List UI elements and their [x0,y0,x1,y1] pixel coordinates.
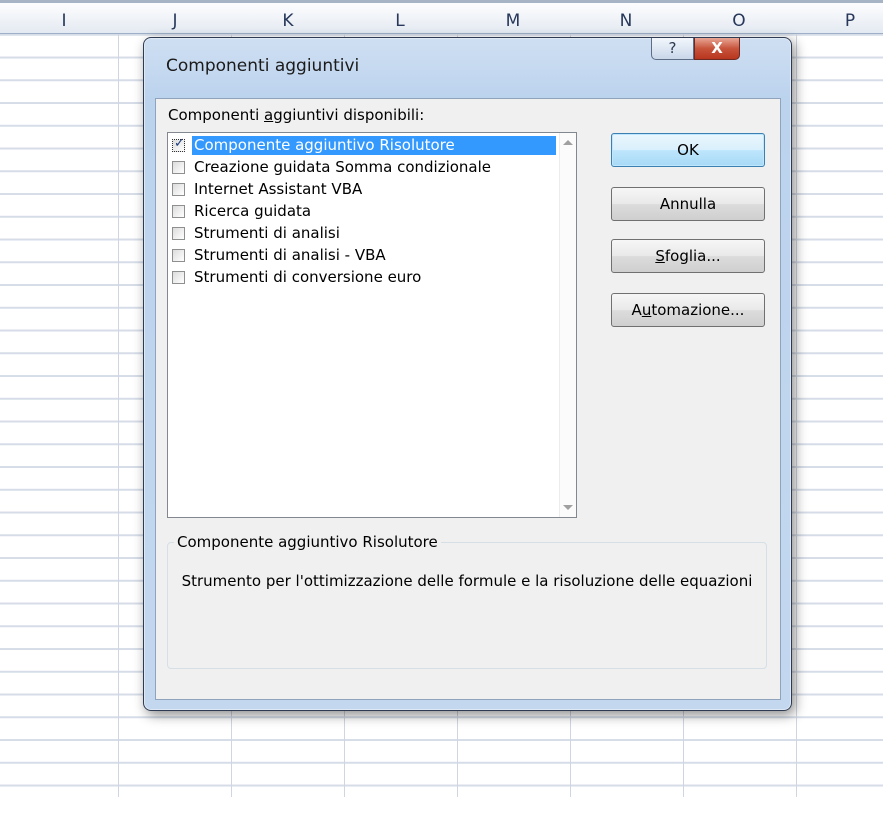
addin-item-strumenti-analisi-vba[interactable]: Strumenti di analisi - VBA [172,245,556,265]
description-group: Componente aggiuntivo Risolutore Strumen… [167,533,767,669]
addin-checkbox[interactable] [172,182,185,196]
label-part: Componenti [168,106,265,124]
addin-checkbox[interactable] [172,248,185,262]
column-header-j[interactable]: J [155,11,195,31]
addins-listbox[interactable]: ✓ Componente aggiuntivo Risolutore Creaz… [167,132,577,518]
button-accelerator: u [641,301,652,319]
column-divider [118,0,119,800]
ok-button[interactable]: OK [611,133,765,167]
column-divider [796,0,797,800]
column-header-p[interactable]: P [830,11,870,31]
cancel-button[interactable]: Annulla [611,187,765,221]
addin-label: Internet Assistant VBA [194,179,363,198]
help-button[interactable]: ? [651,38,694,60]
button-label: tomazione... [651,301,745,319]
dialog-title: Componenti aggiuntivi [166,56,360,76]
column-header-n[interactable]: N [606,11,646,31]
column-header-o[interactable]: O [719,11,759,31]
addin-checkbox[interactable] [172,160,185,174]
addin-checkbox[interactable] [172,226,185,240]
scroll-up-icon[interactable] [563,140,573,145]
button-label: A [631,301,642,319]
browse-button[interactable]: Sfoglia... [611,239,765,273]
list-scrollbar[interactable] [559,133,576,517]
addin-item-somma-condizionale[interactable]: Creazione guidata Somma condizionale [172,157,556,177]
addin-item-ricerca-guidata[interactable]: Ricerca guidata [172,201,556,221]
checkmark-icon: ✓ [174,135,185,151]
addin-label: Creazione guidata Somma condizionale [194,157,492,176]
addin-label: Ricerca guidata [194,201,312,220]
addin-label: Strumenti di analisi - VBA [194,245,386,264]
scroll-down-icon[interactable] [563,505,573,510]
label-part: ggiuntivi disponibili: [273,106,425,124]
addin-checkbox[interactable] [172,270,185,284]
dialog-body: Componenti aggiuntivi disponibili: ✓ Com… [155,98,781,700]
automation-button[interactable]: Automazione... [611,293,765,327]
addins-list-label: Componenti aggiuntivi disponibili: [168,106,424,124]
addin-item-strumenti-analisi[interactable]: Strumenti di analisi [172,223,556,243]
addin-item-internet-assistant[interactable]: Internet Assistant VBA [172,179,556,199]
button-label: foglia... [664,247,721,265]
column-header-k[interactable]: K [268,11,308,31]
addin-item-conversione-euro[interactable]: Strumenti di conversione euro [172,267,556,287]
column-header-m[interactable]: M [493,11,533,31]
label-accelerator: a [264,106,274,124]
addin-checkbox[interactable] [172,204,185,218]
addin-item-risolutore[interactable]: ✓ Componente aggiuntivo Risolutore [172,135,556,155]
addin-label: Componente aggiuntivo Risolutore [192,135,556,155]
addin-label: Strumenti di analisi [194,223,340,242]
column-header-i[interactable]: I [44,11,84,31]
column-header-bar: I J K L M N O P [0,0,883,34]
close-button[interactable]: X [694,38,740,60]
sheet-bottom-area [0,797,883,821]
addin-checkbox[interactable]: ✓ [172,135,185,152]
addins-dialog: Componenti aggiuntivi ? X Componenti agg… [143,37,792,711]
description-text: Strumento per l'ottimizzazione delle for… [181,572,753,590]
button-accelerator: S [655,247,665,265]
column-header-l[interactable]: L [380,11,420,31]
addin-label: Strumenti di conversione euro [194,267,422,286]
description-title: Componente aggiuntivo Risolutore [174,533,441,551]
